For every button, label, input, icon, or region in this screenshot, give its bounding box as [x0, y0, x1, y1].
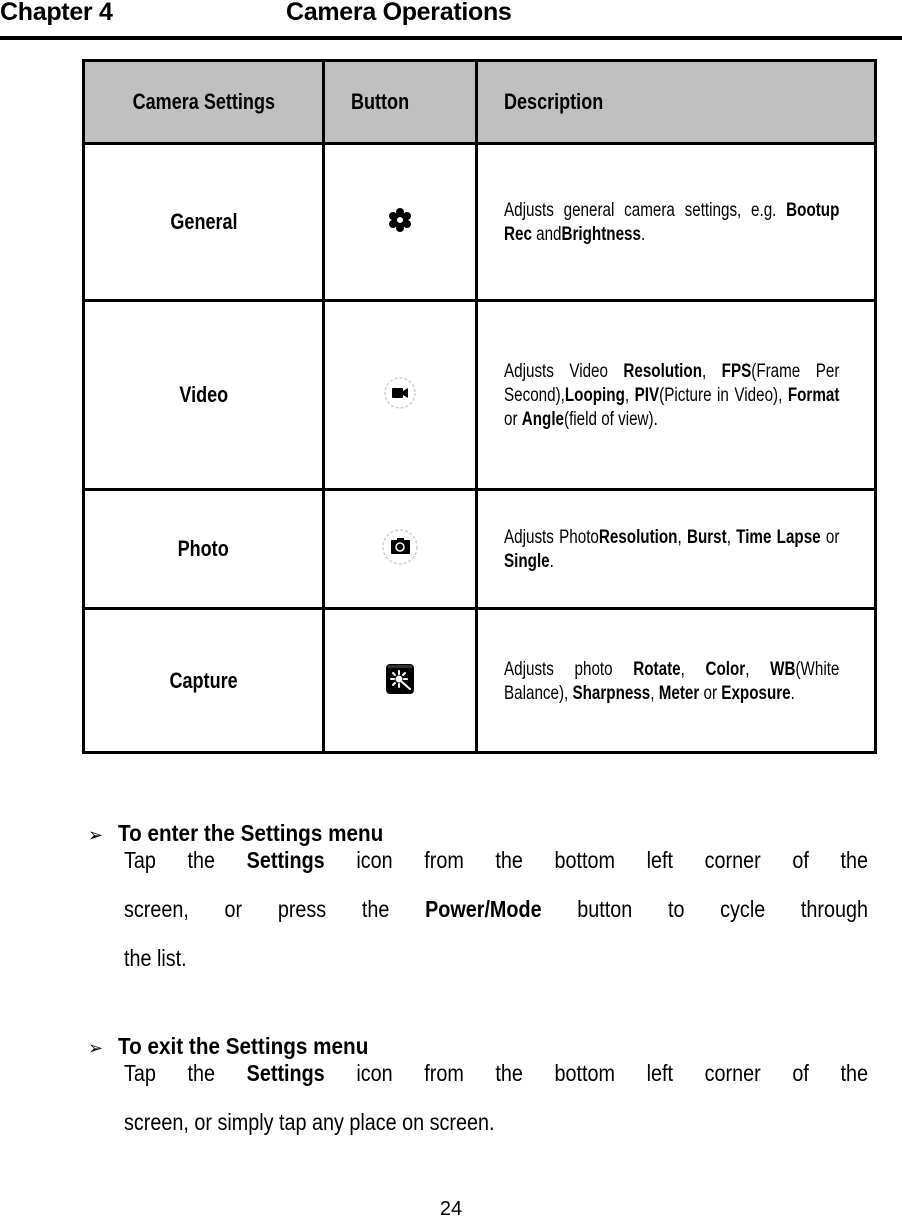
setting-name: Photo [177, 536, 230, 561]
bold-term: Resolution [598, 526, 678, 548]
text-run: , [680, 657, 706, 680]
bold-term: Settings [246, 1060, 325, 1086]
description-cell: Adjusts photo Rotate, Color, WB(White Ba… [475, 607, 877, 754]
table-row: General Adjusts general camera settings, [82, 142, 877, 302]
table-row: Video Adjusts Video Resolution, FPS(Fram… [82, 299, 877, 491]
text-run: Adjusts Video [504, 360, 624, 382]
text-run: . [549, 550, 554, 572]
bold-term: Looping [564, 384, 625, 406]
bullet-arrow-icon: ➢ [88, 825, 104, 845]
bold-term: Format [787, 384, 840, 406]
chapter-label: Chapter 4 [0, 0, 113, 26]
description-text: Adjusts PhotoResolution, Burst, Time Lap… [504, 525, 839, 573]
text-run: (Picture in Video), [659, 384, 788, 406]
button-cell [322, 299, 478, 491]
camera-settings-table: Camera Settings Button Description Gener… [82, 59, 877, 754]
setting-name: Video [179, 382, 228, 407]
button-cell [322, 142, 478, 302]
paragraph-line: screen, or press the Power/Mode button t… [124, 885, 868, 934]
setting-name-cell: Photo [82, 488, 325, 610]
text-run: (field of view). [564, 408, 658, 430]
text-run: , [677, 526, 687, 548]
bold-term: PIV [634, 384, 660, 406]
bullet-arrow-icon: ➢ [88, 1038, 104, 1058]
text-run: , [701, 360, 722, 382]
bold-term: Burst [686, 526, 727, 548]
column-header-camera-settings: Camera Settings [82, 59, 325, 145]
bold-term: Angle [521, 408, 565, 430]
bold-term: Rotate [633, 657, 681, 680]
header-rule [0, 36, 902, 40]
paragraph-line: Tap the Settings icon from the bottom le… [124, 836, 868, 885]
bold-term: Settings [246, 847, 325, 873]
text-run: screen, or simply tap any place on scree… [124, 1109, 495, 1135]
bold-term: FPS [721, 360, 752, 382]
bold-term: Power/Mode [425, 896, 542, 922]
description-cell: Adjusts general camera settings, e.g. Bo… [475, 142, 877, 302]
capture-settings-icon [378, 656, 422, 700]
text-run: or [504, 408, 522, 430]
setting-name-cell: Video [82, 299, 325, 491]
text-run: icon from the bottom left corner of the [324, 847, 868, 873]
table-row: Capture Adjusts photo Rotate, Color, WB(… [82, 607, 877, 754]
text-run: icon from the bottom left corner of the [324, 1060, 868, 1086]
column-header-button: Button [322, 59, 478, 145]
video-camera-icon [378, 371, 422, 415]
bold-term: Single [504, 550, 550, 572]
button-cell [322, 488, 478, 610]
text-run: , [745, 657, 771, 680]
section-paragraph: Tap the Settings icon from the bottom le… [124, 836, 868, 983]
setting-name: Capture [169, 667, 238, 693]
text-run: . [790, 681, 795, 704]
bold-term: Exposure [721, 681, 791, 704]
bold-term: WB [770, 657, 796, 680]
page-number: 24 [439, 1198, 463, 1220]
text-run: , [624, 384, 635, 406]
chapter-title: Camera Operations [286, 0, 512, 26]
text-run: Tap the [124, 847, 247, 873]
bold-term: Meter [658, 681, 700, 704]
photo-camera-icon [378, 525, 422, 569]
text-run: the list. [124, 945, 187, 971]
text-run: , [726, 526, 737, 548]
text-run: or [699, 681, 722, 704]
setting-name-cell: Capture [82, 607, 325, 754]
text-run: Adjusts general camera settings, e.g. [504, 199, 787, 221]
gear-icon [378, 198, 422, 242]
bold-term: Color [705, 657, 746, 680]
section-paragraph: Tap the Settings icon from the bottom le… [124, 1049, 868, 1147]
description-cell: Adjusts Video Resolution, FPS(Frame Per … [475, 299, 877, 491]
bold-term: Resolution [623, 360, 702, 382]
paragraph-line: the list. [124, 934, 764, 983]
paragraph-line: screen, or simply tap any place on scree… [124, 1098, 764, 1147]
description-text: Adjusts photo Rotate, Color, WB(White Ba… [504, 657, 839, 705]
description-text: Adjusts Video Resolution, FPS(Frame Per … [504, 359, 839, 431]
text-run: Tap the [124, 1060, 247, 1086]
paragraph-line: Tap the Settings icon from the bottom le… [124, 1049, 868, 1098]
description-text: Adjusts general camera settings, e.g. Bo… [504, 198, 839, 246]
setting-name-cell: General [82, 142, 325, 302]
bold-term: Time Lapse [736, 526, 821, 548]
description-cell: Adjusts PhotoResolution, Burst, Time Lap… [475, 488, 877, 610]
text-run: Adjusts Photo [504, 526, 599, 548]
bold-term: Sharpness [572, 681, 651, 704]
text-run: . [640, 223, 646, 245]
table-header-row: Camera Settings Button Description [82, 59, 877, 145]
setting-name: General [169, 209, 238, 234]
text-run: screen, or press the [124, 896, 426, 922]
bold-term: Brightness [561, 223, 641, 245]
button-cell [322, 607, 478, 754]
text-run: or [820, 526, 840, 548]
table-row: Photo Adjusts PhotoResolution, Burst, Ti… [82, 488, 877, 610]
text-run: and [531, 223, 562, 245]
text-run: Adjusts photo [504, 657, 634, 680]
column-header-description: Description [475, 59, 877, 145]
text-run: button to cycle through [541, 896, 868, 922]
page-header: Chapter 4 Camera Operations [0, 0, 902, 40]
